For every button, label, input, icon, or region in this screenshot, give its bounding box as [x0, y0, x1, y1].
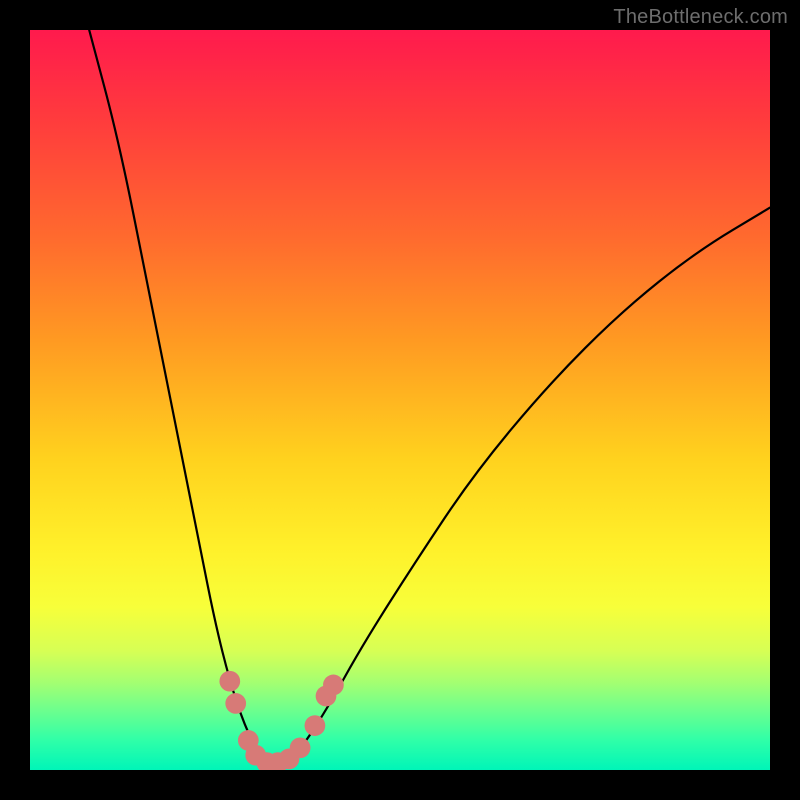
bottleneck-curve — [89, 30, 770, 770]
marker-dot — [323, 675, 344, 696]
marker-dot — [290, 737, 311, 758]
right-curve — [274, 208, 770, 770]
marker-dot — [219, 671, 240, 692]
curve-layer — [30, 30, 770, 770]
left-curve — [89, 30, 274, 770]
marker-dot — [305, 715, 326, 736]
data-markers — [219, 671, 343, 770]
plot-area — [30, 30, 770, 770]
marker-dot — [225, 693, 246, 714]
watermark-text: TheBottleneck.com — [613, 6, 788, 29]
chart-frame: TheBottleneck.com — [0, 0, 800, 800]
